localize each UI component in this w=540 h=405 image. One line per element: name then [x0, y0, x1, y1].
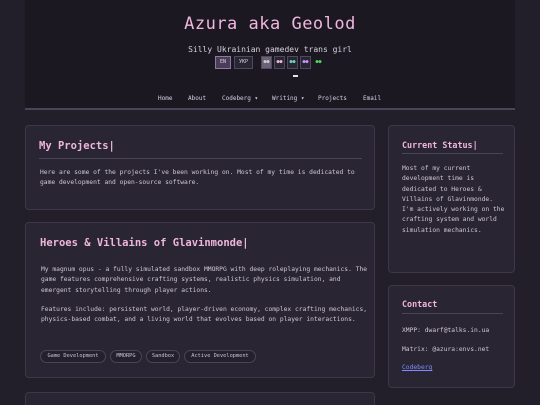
nav-codeberg[interactable]: Codeberg ▾	[222, 93, 258, 105]
contact-matrix: Matrix: @azura:envs.net	[402, 346, 490, 353]
project-card: Heroes & Villains of Glavinmonde| My mag…	[25, 222, 375, 378]
next-project-card	[25, 392, 375, 405]
tag-active-development: Active Development	[184, 350, 256, 363]
contact-codeberg-link[interactable]: Codeberg	[402, 363, 462, 373]
site-title: Azura aka Geolod	[184, 14, 356, 34]
nav-home[interactable]: Home	[158, 93, 172, 105]
theme-button-grey[interactable]: ●●	[261, 56, 272, 69]
project-description: My magnum opus - a fully simulated sandb…	[41, 266, 368, 294]
status-title: Current Status|	[402, 140, 478, 150]
status-card: Current Status| Most of my current devel…	[388, 125, 515, 273]
site-header: Azura aka Geolod Silly Ukrainian gamedev…	[25, 0, 515, 110]
projects-intro-text: Here are some of the projects I've been …	[40, 169, 355, 187]
projects-intro-title: My Projects|	[39, 140, 115, 152]
theme-button-teal[interactable]: ●●	[287, 56, 298, 69]
lang-ukr-button[interactable]: УКР	[234, 56, 253, 69]
nav-about[interactable]: About	[188, 93, 206, 105]
tag-game-development: Game Development	[40, 350, 106, 363]
project-features: Features include: persistent world, play…	[41, 306, 368, 324]
project-title: Heroes & Villains of Glavinmonde|	[40, 237, 249, 249]
main-nav: Home About Codeberg ▾ Writing ▾ Projects…	[25, 93, 515, 107]
theme-button-pink[interactable]: ●●	[274, 56, 285, 69]
divider	[402, 153, 503, 154]
theme-button-green[interactable]: ●●	[313, 56, 324, 69]
theme-button-purple[interactable]: ●●	[300, 56, 311, 69]
site-tagline: Silly Ukrainian gamedev trans girl	[188, 45, 352, 54]
status-text: Most of my current development time is d…	[402, 165, 505, 234]
contact-card: Contact XMPP: dwarf@talks.in.ua Matrix: …	[388, 285, 515, 388]
contact-xmpp: XMPP: dwarf@talks.in.ua	[402, 327, 490, 334]
contact-title: Contact	[402, 299, 438, 309]
nav-projects[interactable]: Projects	[318, 93, 347, 105]
tag-sandbox: Sandbox	[146, 350, 180, 363]
header-controls: EN УКР ●● ●● ●● ●● ●●	[25, 56, 515, 70]
nav-writing[interactable]: Writing ▾	[272, 93, 305, 105]
projects-intro-card: My Projects| Here are some of the projec…	[25, 125, 375, 210]
cursor-indicator	[293, 75, 298, 77]
divider	[402, 313, 503, 314]
tag-mmorpg: MMORPG	[110, 350, 142, 363]
divider	[39, 158, 362, 159]
lang-en-button[interactable]: EN	[215, 56, 231, 69]
nav-email[interactable]: Email	[363, 93, 381, 105]
